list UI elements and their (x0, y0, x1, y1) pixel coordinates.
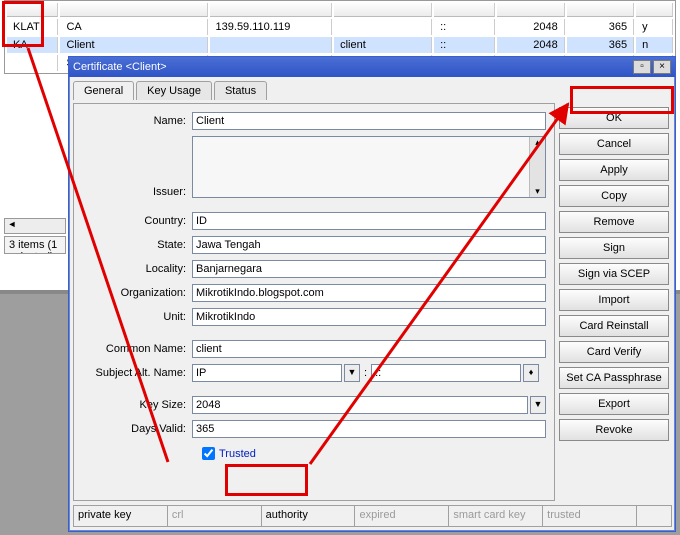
label-locality: Locality: (82, 263, 192, 275)
flag-private-key: private key (73, 505, 168, 527)
minimize-icon[interactable]: ▫ (633, 60, 651, 74)
label-country: Country: (82, 215, 192, 227)
san-type-dropdown-icon[interactable]: ▼ (344, 364, 360, 382)
label-key-size: Key Size: (82, 399, 192, 411)
country-field[interactable] (192, 212, 546, 230)
flag-trusted: trusted (542, 505, 637, 527)
general-panel: Name: Issuer: ▴▾ Country: State: Localit… (73, 103, 555, 501)
unit-field[interactable] (192, 308, 546, 326)
dialog-title: Certificate <Client> (73, 61, 167, 73)
common-name-field[interactable] (192, 340, 546, 358)
label-san: Subject Alt. Name: (82, 367, 192, 379)
copy-button[interactable]: Copy (559, 185, 669, 207)
state-field[interactable] (192, 236, 546, 254)
dialog-status-bar: private key crl authority expired smart … (73, 505, 671, 527)
san-separator: : (360, 367, 371, 379)
trusted-label: Trusted (219, 448, 256, 460)
tab-status[interactable]: Status (214, 81, 267, 100)
table-row[interactable]: KA Client client :: 2048 365 n (7, 37, 673, 53)
san-type-field[interactable] (192, 364, 342, 382)
days-valid-field[interactable] (192, 420, 546, 438)
set-ca-passphrase-button[interactable]: Set CA Passphrase (559, 367, 669, 389)
certificate-dialog: Certificate <Client> ▫ × General Key Usa… (68, 56, 676, 532)
tab-strip: General Key Usage Status (73, 81, 671, 100)
import-button[interactable]: Import (559, 289, 669, 311)
label-issuer: Issuer: (82, 186, 192, 198)
label-name: Name: (82, 115, 192, 127)
flag-crl: crl (167, 505, 262, 527)
table-row[interactable]: KLAT CA 139.59.110.119 :: 2048 365 y (7, 19, 673, 35)
label-days-valid: Days Valid: (82, 423, 192, 435)
key-size-dropdown-icon[interactable]: ▼ (530, 396, 546, 414)
card-reinstall-button[interactable]: Card Reinstall (559, 315, 669, 337)
list-status-bar: 3 items (1 selected) (4, 236, 66, 254)
label-organization: Organization: (82, 287, 192, 299)
organization-field[interactable] (192, 284, 546, 302)
flag-authority: authority (261, 505, 356, 527)
ok-button[interactable]: OK (559, 107, 669, 129)
close-icon[interactable]: × (653, 60, 671, 74)
flag-smart-card-key: smart card key (448, 505, 543, 527)
san-add-icon[interactable]: ♦ (523, 364, 539, 382)
scrollbar-vertical[interactable]: ▴▾ (529, 137, 545, 197)
remove-button[interactable]: Remove (559, 211, 669, 233)
key-size-field[interactable] (192, 396, 528, 414)
sign-button[interactable]: Sign (559, 237, 669, 259)
sign-via-scep-button[interactable]: Sign via SCEP (559, 263, 669, 285)
card-verify-button[interactable]: Card Verify (559, 341, 669, 363)
apply-button[interactable]: Apply (559, 159, 669, 181)
export-button[interactable]: Export (559, 393, 669, 415)
locality-field[interactable] (192, 260, 546, 278)
scrollbar-horizontal[interactable]: ◄ (4, 218, 66, 234)
dialog-titlebar[interactable]: Certificate <Client> ▫ × (69, 57, 675, 77)
name-field[interactable] (192, 112, 546, 130)
label-unit: Unit: (82, 311, 192, 323)
san-value-field[interactable] (371, 364, 521, 382)
revoke-button[interactable]: Revoke (559, 419, 669, 441)
label-common-name: Common Name: (82, 343, 192, 355)
tab-key-usage[interactable]: Key Usage (136, 81, 212, 100)
trusted-checkbox[interactable] (202, 447, 215, 460)
tab-general[interactable]: General (73, 81, 134, 100)
issuer-box[interactable]: ▴▾ (192, 136, 546, 198)
flag-spacer (636, 505, 672, 527)
flag-expired: expired (354, 505, 449, 527)
label-state: State: (82, 239, 192, 251)
cancel-button[interactable]: Cancel (559, 133, 669, 155)
